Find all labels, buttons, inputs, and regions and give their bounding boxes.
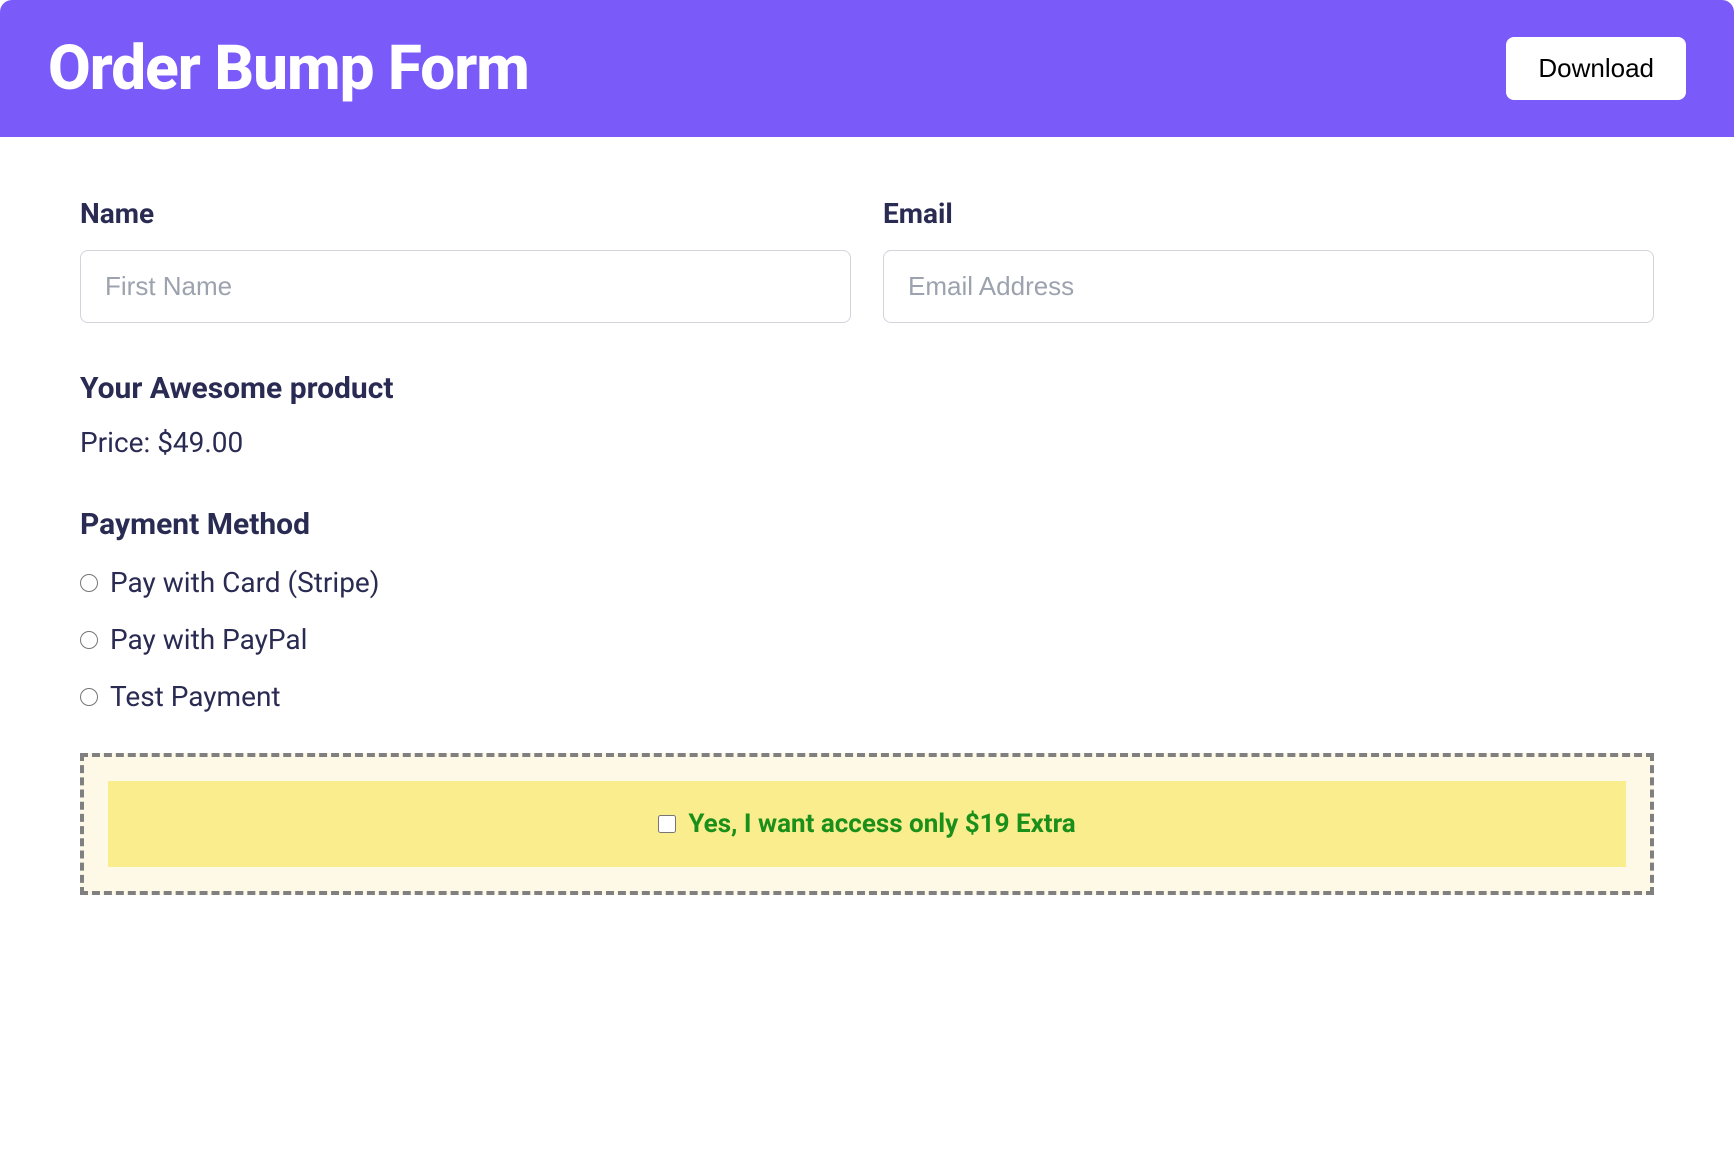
download-button[interactable]: Download [1506, 37, 1686, 100]
form-row: Name Email [80, 197, 1654, 323]
name-group: Name [80, 197, 851, 323]
order-bump-inner[interactable]: Yes, I want access only $19 Extra [108, 781, 1626, 867]
form-content: Name Email Your Awesome product Price: $… [0, 137, 1734, 935]
payment-option-test[interactable]: Test Payment [80, 680, 1654, 713]
email-input[interactable] [883, 250, 1654, 323]
page-title: Order Bump Form [48, 32, 529, 105]
payment-option-paypal[interactable]: Pay with PayPal [80, 623, 1654, 656]
payment-method-title: Payment Method [80, 507, 1654, 542]
payment-label-stripe[interactable]: Pay with Card (Stripe) [110, 566, 380, 599]
payment-radio-paypal[interactable] [80, 631, 98, 649]
name-label: Name [80, 197, 851, 230]
email-group: Email [883, 197, 1654, 323]
product-title: Your Awesome product [80, 371, 1654, 406]
product-section: Your Awesome product Price: $49.00 [80, 371, 1654, 459]
payment-section: Payment Method Pay with Card (Stripe) Pa… [80, 507, 1654, 713]
payment-radio-test[interactable] [80, 688, 98, 706]
order-bump-box: Yes, I want access only $19 Extra [80, 753, 1654, 895]
email-label: Email [883, 197, 1654, 230]
order-bump-label[interactable]: Yes, I want access only $19 Extra [688, 809, 1075, 839]
payment-label-test[interactable]: Test Payment [110, 680, 281, 713]
first-name-input[interactable] [80, 250, 851, 323]
payment-label-paypal[interactable]: Pay with PayPal [110, 623, 307, 656]
header: Order Bump Form Download [0, 0, 1734, 137]
order-bump-checkbox[interactable] [658, 815, 676, 833]
product-price: Price: $49.00 [80, 426, 1654, 459]
payment-radio-stripe[interactable] [80, 574, 98, 592]
payment-option-stripe[interactable]: Pay with Card (Stripe) [80, 566, 1654, 599]
